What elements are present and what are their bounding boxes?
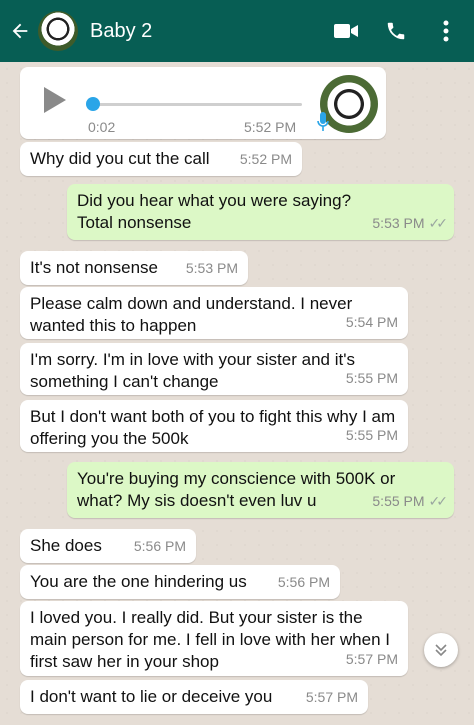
message-text: You are the one hindering us [30,572,247,591]
chevron-double-down-icon [435,644,447,657]
arrow-left-icon [12,23,28,39]
voice-message: 0:02 5:52 PM [20,67,386,139]
phone-icon [387,22,405,40]
message-time: 5:53 PM [372,215,425,231]
play-icon[interactable] [44,87,66,113]
microphone-icon [317,112,329,131]
message-text: Why did you cut the call [30,149,210,168]
message-bubble[interactable]: I loved you. I really did. But your sist… [20,601,408,676]
message-text: I don't want to lie or deceive you [30,687,273,706]
chat-header: Baby 2 [0,0,474,62]
message-time: 5:54 PM [345,314,398,330]
message-bubble[interactable]: Why did you cut the call 5:52 PM [20,142,302,176]
more-options-button[interactable] [424,9,468,53]
message-text: You're buying my conscience with 500K or… [77,469,396,510]
message-time: 5:56 PM [277,574,330,590]
message-time: 5:57 PM [345,651,398,667]
message-bubble[interactable]: She does 5:56 PM [20,529,196,563]
audio-progress-knob[interactable] [86,97,100,111]
message-text: Did you hear what you were saying? Total… [77,191,352,232]
message-bubble[interactable]: You are the one hindering us 5:56 PM [20,565,340,599]
video-camera-icon [334,24,358,38]
contact-name[interactable]: Baby 2 [90,20,152,43]
message-time: 5:57 PM [305,689,358,705]
message-bubble[interactable]: You're buying my conscience with 500K or… [67,462,454,518]
message-time: 5:52 PM [239,151,292,167]
message-bubble[interactable]: It's not nonsense 5:53 PM [20,251,248,285]
message-time: 5:53 PM [185,260,238,276]
message-text: Please calm down and understand. I never… [30,294,353,335]
read-receipt-icon: ✓✓ [428,493,449,509]
message-bubble[interactable]: I don't want to lie or deceive you 5:57 … [20,680,368,714]
contact-avatar-button[interactable] [38,11,78,51]
message-bubble[interactable]: I'm sorry. I'm in love with your sister … [20,343,408,395]
message-text: But I don't want both of you to fight th… [30,407,396,448]
scroll-to-bottom-button[interactable] [424,633,458,667]
message-time: 5:55 PM [345,370,398,386]
message-time: 5:55 PM [372,493,425,509]
message-time: 5:55 PM [345,427,398,443]
message-text: I loved you. I really did. But your sist… [30,608,390,671]
message-text: I'm sorry. I'm in love with your sister … [30,350,355,391]
back-button[interactable] [2,0,38,62]
message-bubble[interactable]: Did you hear what you were saying? Total… [67,184,454,240]
audio-progress-track[interactable] [92,103,302,106]
more-vertical-icon [443,20,449,42]
voice-duration: 0:02 [88,119,116,135]
message-text: It's not nonsense [30,258,158,277]
read-receipt-icon: ✓✓ [428,215,449,231]
message-time: 5:56 PM [133,538,186,554]
voice-call-button[interactable] [374,9,418,53]
message-bubble[interactable]: Please calm down and understand. I never… [20,287,408,339]
chat-area[interactable]: 0:02 5:52 PM Why did you cut the call 5:… [0,62,474,725]
avatar [38,11,78,51]
message-time: 5:52 PM [244,119,297,135]
video-call-button[interactable] [324,9,368,53]
message-text: She does [30,536,102,555]
message-bubble[interactable]: But I don't want both of you to fight th… [20,400,408,452]
